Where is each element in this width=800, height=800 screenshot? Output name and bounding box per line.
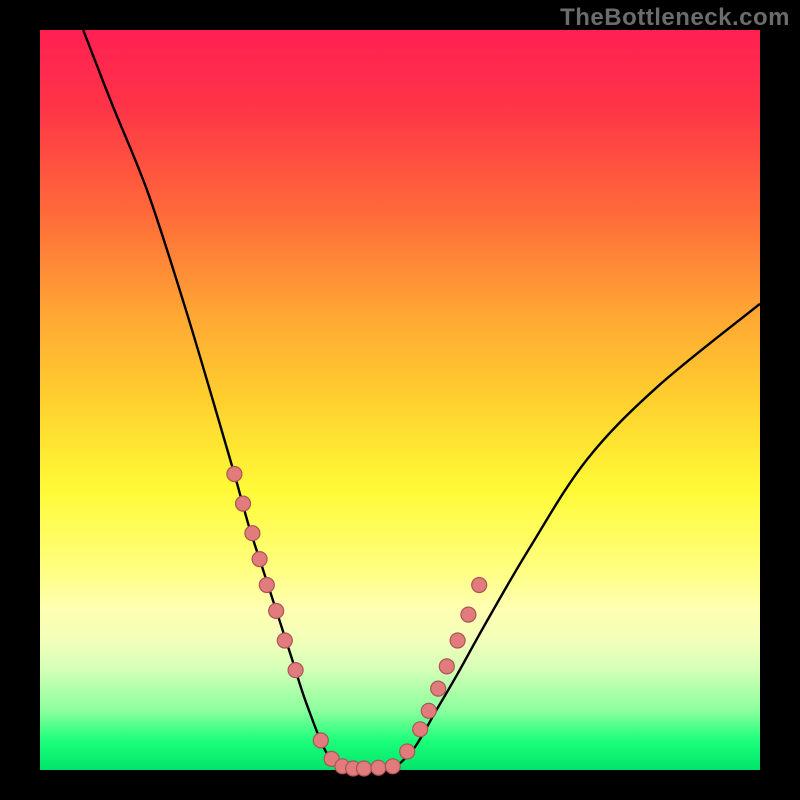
data-marker [227, 467, 242, 482]
data-marker [472, 578, 487, 593]
data-marker [252, 552, 267, 567]
data-marker [277, 633, 292, 648]
watermark-text: TheBottleneck.com [560, 4, 790, 32]
data-marker [413, 722, 428, 737]
chart-frame: TheBottleneck.com [0, 0, 800, 800]
left-branch-curve [83, 30, 349, 770]
data-marker [288, 663, 303, 678]
data-marker [421, 703, 436, 718]
data-marker [431, 681, 446, 696]
data-marker [236, 496, 251, 511]
data-marker [439, 659, 454, 674]
data-marker [450, 633, 465, 648]
data-marker [313, 733, 328, 748]
data-marker [371, 760, 386, 775]
data-marker [385, 759, 400, 774]
data-marker [245, 526, 260, 541]
data-marker [259, 578, 274, 593]
data-marker [357, 761, 372, 776]
data-marker [400, 744, 415, 759]
curve-layer [40, 30, 760, 770]
marker-group [227, 467, 487, 777]
data-marker [269, 603, 284, 618]
right-branch-curve [393, 304, 760, 770]
data-marker [461, 607, 476, 622]
plot-area [40, 30, 760, 770]
